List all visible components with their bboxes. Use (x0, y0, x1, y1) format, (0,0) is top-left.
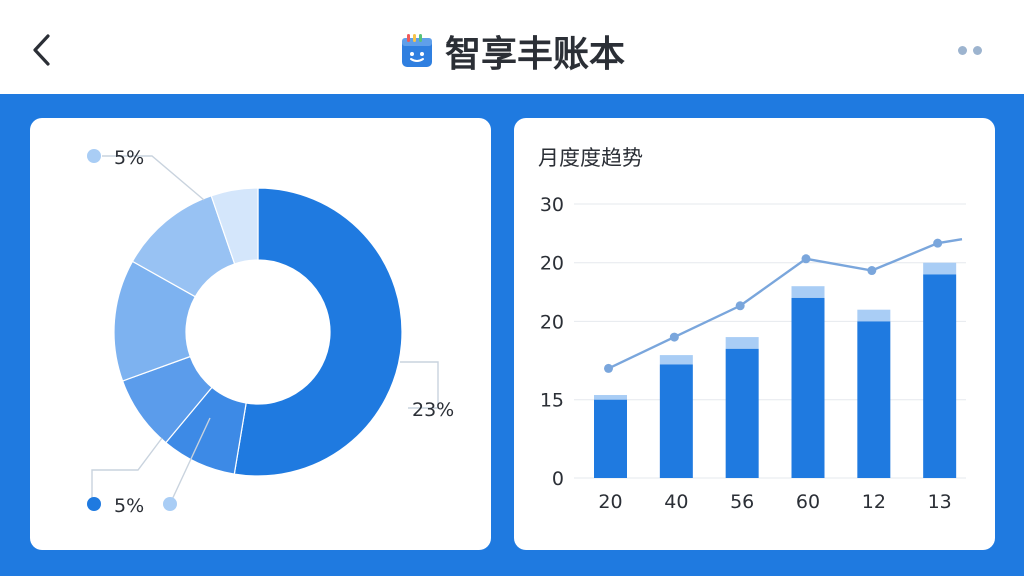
x-tick-label: 13 (928, 491, 952, 513)
trend-chart-card: 月度度趋势 0 15 20 20 30 20 40 56 60 12 13 (514, 118, 995, 550)
bar-cap (594, 395, 627, 400)
y-tick-label: 20 (540, 311, 564, 333)
line-point (669, 332, 679, 342)
bar-cap (725, 337, 759, 349)
donut-slice (233, 187, 403, 477)
chart-title: 月度度趋势 (538, 146, 643, 170)
slice-label: 23% (412, 399, 454, 421)
slice-label: 5% (114, 495, 144, 517)
y-tick-label: 0 (552, 468, 564, 490)
bar (857, 321, 891, 478)
title-group: 智享丰账本 (0, 24, 1024, 78)
trend-line (607, 238, 963, 370)
x-tick-label: 56 (730, 491, 754, 513)
app-title: 智享丰账本 (444, 34, 625, 75)
donut-chart-card: 5% 23% 5% (30, 118, 491, 550)
bar-line-chart: 0 15 20 20 30 20 40 56 60 12 13 (540, 194, 966, 513)
bar (923, 274, 957, 478)
bar-cap (659, 355, 693, 365)
bar-cap (923, 262, 957, 275)
top-bar: 智享丰账本 (0, 0, 1024, 94)
more-dot (973, 45, 982, 55)
x-tick-label: 12 (862, 491, 886, 513)
notebook-icon (401, 34, 432, 67)
donut-chart: 5% 23% 5% (87, 147, 454, 517)
x-tick-label: 20 (598, 491, 622, 513)
legend-dot (87, 149, 101, 163)
line-point (801, 254, 811, 264)
legend-dot (87, 497, 101, 511)
legend-dot (163, 497, 177, 511)
y-tick-label: 30 (540, 194, 564, 216)
line-point (933, 238, 943, 248)
line-point (867, 266, 877, 276)
bar (725, 348, 759, 478)
slice-label: 5% (114, 147, 144, 169)
bar (659, 364, 693, 478)
line-point (604, 363, 613, 373)
line-point (735, 301, 745, 311)
more-dots-icon (958, 45, 967, 55)
bar (594, 399, 627, 478)
more-button[interactable] (948, 38, 992, 62)
x-tick-label: 60 (796, 491, 820, 513)
bar-cap (857, 309, 891, 322)
y-tick-label: 15 (540, 390, 564, 412)
bar-cap (791, 286, 825, 298)
x-tick-label: 40 (664, 491, 688, 513)
bar (791, 297, 825, 478)
y-tick-label: 20 (540, 253, 564, 275)
